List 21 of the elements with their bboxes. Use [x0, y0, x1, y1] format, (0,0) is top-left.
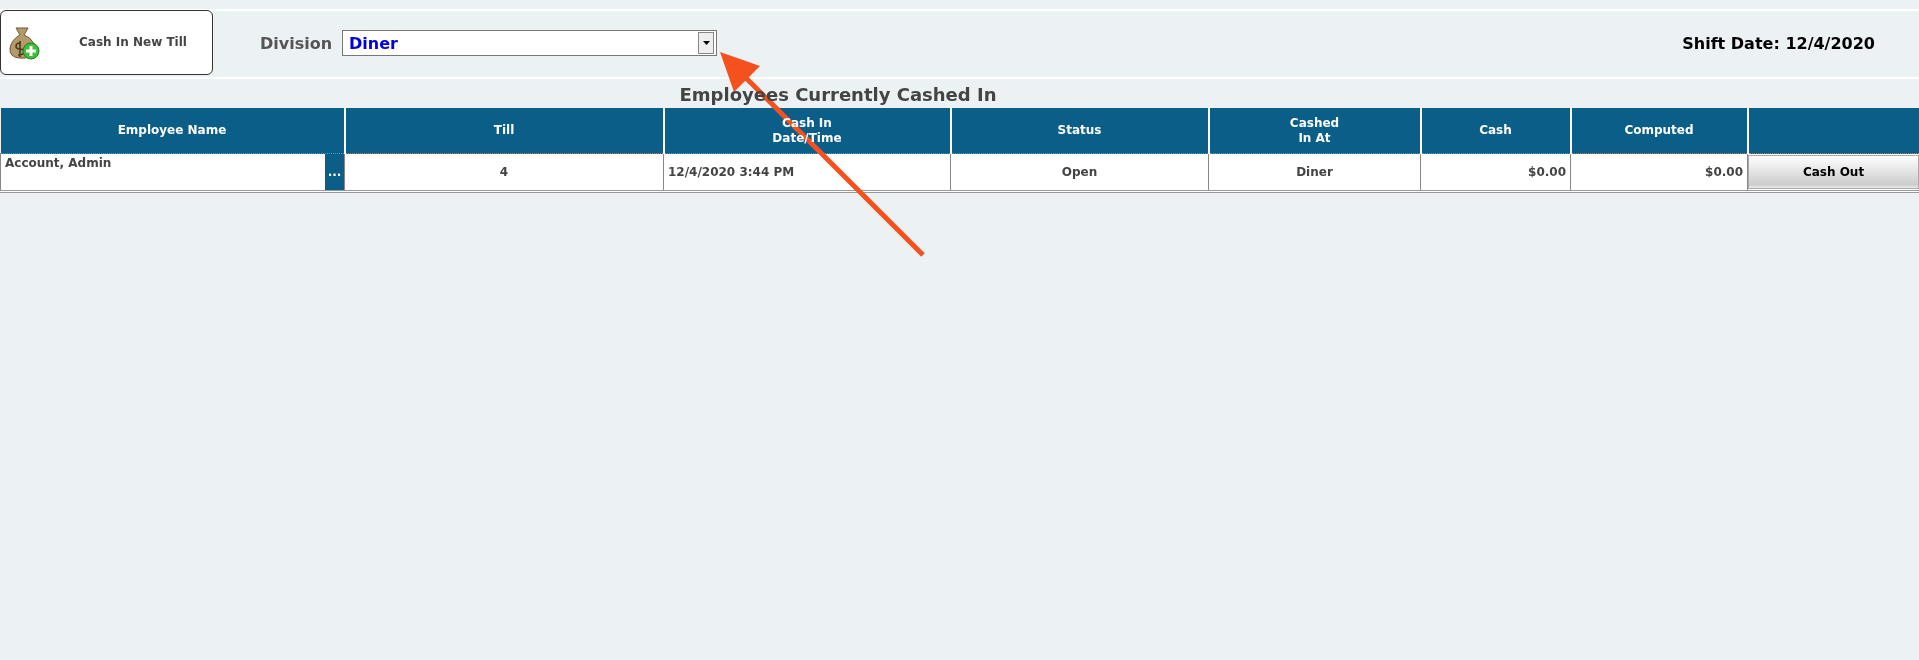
- table-cell: Diner: [1208, 153, 1421, 192]
- cash-out-button[interactable]: Cash Out: [1748, 155, 1919, 189]
- table-cell: $0.00: [1420, 153, 1571, 192]
- division-label: Division: [260, 33, 333, 53]
- column-header: Cashed In At: [1289, 115, 1340, 146]
- column-header: Cash: [1479, 123, 1512, 138]
- column-header: Till: [493, 123, 515, 138]
- column-header: Computed: [1624, 123, 1694, 138]
- shift-date: Shift Date: 12/4/2020: [1682, 33, 1875, 53]
- column-header: Status: [1057, 123, 1102, 138]
- table-cell: Open: [950, 153, 1209, 192]
- more-button[interactable]: ...: [325, 154, 344, 190]
- table-cell: 12/4/2020 3:44 PM: [663, 153, 951, 192]
- cash-in-button[interactable]: Cash In New Till: [0, 9, 213, 75]
- table-cell-text: Account, Admin: [4, 155, 113, 172]
- table-cell: 4: [344, 153, 664, 192]
- division-dropdown[interactable]: Diner: [342, 30, 718, 56]
- money-bag-plus-icon: [7, 24, 41, 60]
- caret-icon: [702, 41, 710, 45]
- column-header: Employee Name: [117, 123, 227, 138]
- table-cell: $0.00: [1570, 153, 1748, 192]
